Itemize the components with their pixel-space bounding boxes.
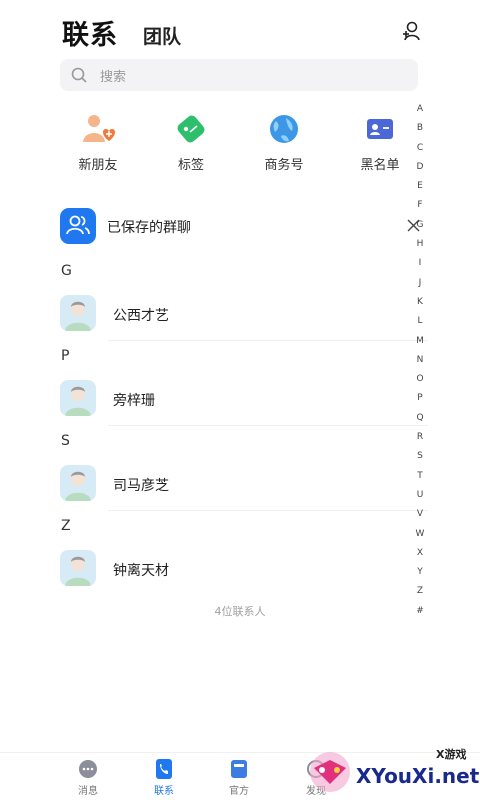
- section-letter: Z: [61, 518, 71, 534]
- divider: [108, 425, 428, 426]
- divider: [108, 340, 428, 341]
- index-letter[interactable]: T: [410, 467, 430, 486]
- index-letter[interactable]: N: [410, 351, 430, 370]
- index-letter[interactable]: M: [410, 332, 430, 351]
- official-icon: [228, 759, 250, 779]
- page-title: 联系: [62, 20, 118, 51]
- contact-name: 钟离天材: [113, 563, 169, 579]
- index-letter[interactable]: Q: [410, 409, 430, 428]
- contact-row[interactable]: 钟离天材: [60, 550, 410, 596]
- index-letter[interactable]: W: [410, 525, 430, 544]
- index-letter[interactable]: K: [410, 293, 430, 312]
- index-letter[interactable]: X: [410, 544, 430, 563]
- blacklist-card-icon: [363, 112, 397, 146]
- nav-contacts[interactable]: 联系: [134, 759, 194, 797]
- tag-icon: [174, 112, 208, 146]
- index-letter[interactable]: G: [410, 216, 430, 235]
- contact-row[interactable]: 旁梓珊: [60, 380, 428, 426]
- contact-name: 司马彦芝: [113, 478, 169, 494]
- index-letter[interactable]: Z: [410, 582, 430, 601]
- watermark-small-text: X游戏: [436, 748, 467, 761]
- saved-group-label: 已保存的群聊: [107, 220, 191, 236]
- avatar: [60, 550, 96, 586]
- index-letter[interactable]: O: [410, 370, 430, 389]
- index-letter[interactable]: C: [410, 139, 430, 158]
- contact-name: 公西才艺: [113, 308, 169, 324]
- watermark-logo: X游戏 XYouXi.net: [300, 740, 480, 800]
- index-letter[interactable]: Y: [410, 563, 430, 582]
- index-letter[interactable]: D: [410, 158, 430, 177]
- quick-action-new-friends[interactable]: 新朋友: [60, 112, 136, 173]
- section-letter: P: [61, 348, 70, 364]
- section-letter: S: [61, 433, 70, 449]
- nav-label: 联系: [154, 786, 174, 797]
- quick-action-tags[interactable]: 标签: [153, 112, 229, 173]
- chat-bubble-icon: [77, 759, 99, 779]
- quick-action-label: 商务号: [264, 158, 304, 173]
- index-letter[interactable]: U: [410, 486, 430, 505]
- alphabet-index[interactable]: A B C D E F G H I J K L M N O P Q R S T U V W X Y Z #: [410, 100, 430, 621]
- group-icon: [60, 208, 96, 244]
- index-letter[interactable]: F: [410, 196, 430, 215]
- avatar: [60, 295, 96, 331]
- avatar: [60, 465, 96, 501]
- index-letter[interactable]: P: [410, 389, 430, 408]
- quick-action-label: 新朋友: [78, 158, 118, 173]
- avatar: [60, 380, 96, 416]
- nav-messages[interactable]: 消息: [58, 759, 118, 797]
- index-letter[interactable]: H: [410, 235, 430, 254]
- index-letter[interactable]: A: [410, 100, 430, 119]
- index-letter[interactable]: L: [410, 312, 430, 331]
- saved-group-chats[interactable]: 已保存的群聊: [60, 208, 400, 246]
- contact-row[interactable]: 司马彦芝: [60, 465, 428, 511]
- quick-action-label: 标签: [177, 158, 204, 173]
- contact-count: 4位联系人: [214, 605, 266, 618]
- nav-official[interactable]: 官方: [209, 759, 269, 797]
- index-letter[interactable]: V: [410, 505, 430, 524]
- index-letter[interactable]: I: [410, 254, 430, 273]
- index-letter[interactable]: R: [410, 428, 430, 447]
- index-letter[interactable]: B: [410, 119, 430, 138]
- index-letter[interactable]: J: [410, 274, 430, 293]
- search-placeholder: 搜索: [100, 70, 127, 85]
- header: 联系 团队: [0, 0, 480, 56]
- search-icon: [70, 66, 88, 84]
- contact-name: 旁梓珊: [113, 393, 155, 409]
- section-letter: G: [61, 263, 72, 279]
- quick-action-label: 黑名单: [360, 158, 400, 173]
- nav-label: 消息: [78, 786, 98, 797]
- nav-label: 官方: [229, 786, 249, 797]
- watermark-text: XYouXi.net: [356, 764, 480, 788]
- search-bar[interactable]: 搜索: [60, 59, 418, 91]
- new-friend-icon: [81, 112, 115, 146]
- phone-icon: [153, 759, 175, 779]
- quick-action-blacklist[interactable]: 黑名单: [342, 112, 418, 173]
- index-letter[interactable]: #: [410, 602, 430, 621]
- globe-icon: [267, 112, 301, 146]
- tab-team[interactable]: 团队: [143, 22, 181, 49]
- add-user-icon[interactable]: [400, 20, 422, 42]
- index-letter[interactable]: E: [410, 177, 430, 196]
- quick-action-business[interactable]: 商务号: [246, 112, 322, 173]
- index-letter[interactable]: S: [410, 447, 430, 466]
- contact-row[interactable]: 公西才艺: [60, 295, 428, 341]
- divider: [108, 510, 428, 511]
